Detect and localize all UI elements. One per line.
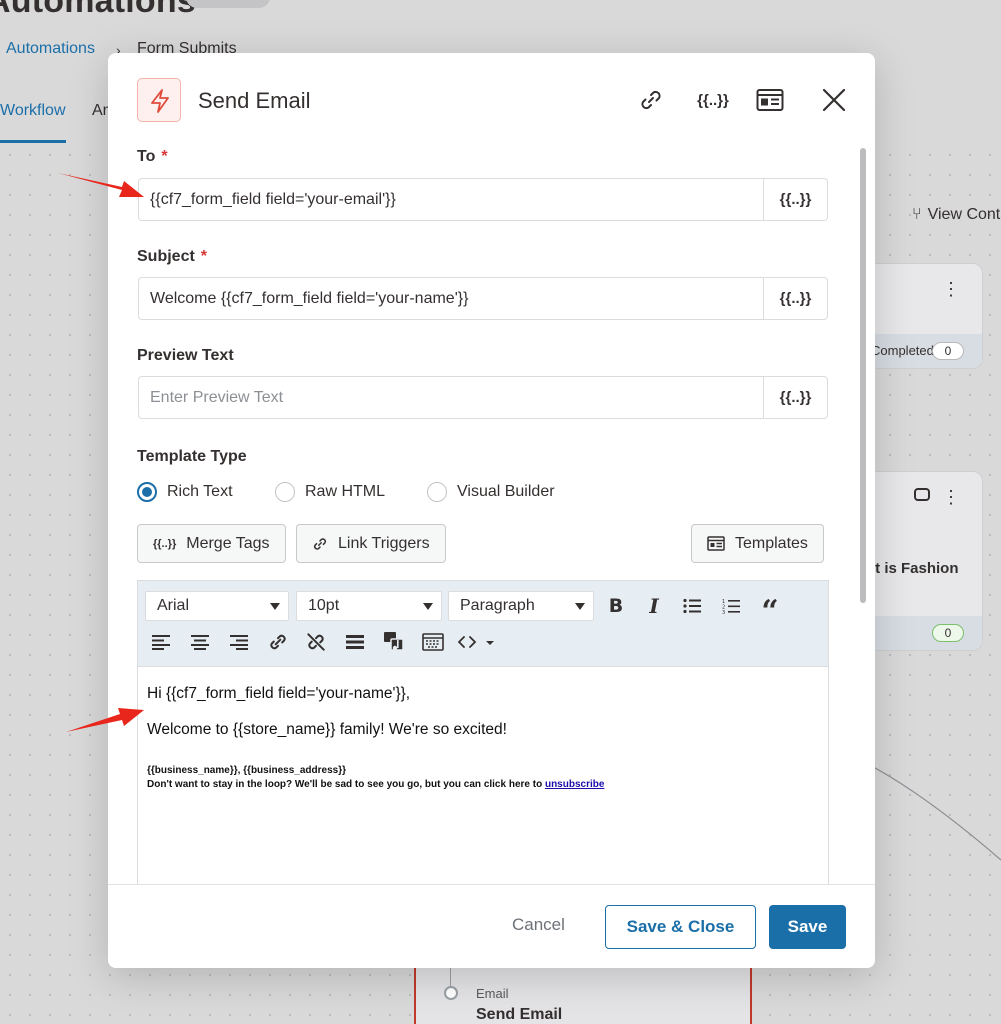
subject-merge-tag-button[interactable]: {{..}} bbox=[763, 278, 827, 319]
unlink-icon[interactable] bbox=[303, 629, 329, 655]
workflow-card[interactable]: ⋮ It is Fashion 0 bbox=[860, 471, 983, 651]
subject-input[interactable] bbox=[139, 278, 764, 319]
body-greeting: Hi {{cf7_form_field field='your-name'}}, bbox=[147, 685, 411, 702]
merge-tag-icon: {{..}} bbox=[153, 537, 177, 550]
node-dot bbox=[444, 986, 458, 1000]
radio-button[interactable] bbox=[137, 482, 157, 502]
to-input[interactable] bbox=[139, 179, 764, 220]
modal-header: Send Email {{..}} bbox=[108, 53, 875, 145]
bullet-list-icon[interactable] bbox=[679, 593, 705, 619]
modal-title: Send Email bbox=[198, 88, 311, 113]
font-family-select[interactable]: Arial bbox=[145, 591, 289, 621]
send-email-modal: Send Email {{..}} To * {{cf7_form_field … bbox=[108, 53, 875, 968]
node-kind: Email bbox=[476, 986, 509, 1001]
body-unsubscribe-line: Don't want to stay in the loop? We'll be… bbox=[147, 779, 605, 790]
close-icon[interactable] bbox=[819, 85, 849, 115]
card-footer-label: Completed bbox=[871, 343, 934, 358]
subject-label: Subject * bbox=[137, 248, 208, 265]
chevron-down-icon bbox=[270, 603, 280, 610]
preview-text-field: {{..}} bbox=[138, 376, 828, 419]
kebab-menu-icon[interactable]: ⋮ bbox=[942, 488, 960, 506]
annotation-arrow bbox=[66, 708, 144, 732]
page-title: Automations bbox=[0, 0, 196, 20]
body-business-info: {{business_name}}, {{business_address}} bbox=[147, 765, 346, 776]
view-contacts-link[interactable]: ⑂View Contacts bbox=[912, 206, 1001, 224]
media-icon[interactable] bbox=[381, 629, 407, 655]
breadcrumb-root[interactable]: Automations bbox=[6, 40, 95, 58]
block-format-select[interactable]: Paragraph bbox=[448, 591, 594, 621]
subject-field: {{..}} bbox=[138, 277, 828, 320]
editor-toolbar: Arial 10pt Paragraph B I 1 2 3 “ bbox=[138, 581, 828, 667]
align-center-icon[interactable] bbox=[187, 629, 213, 655]
save-and-close-button[interactable]: Save & Close bbox=[605, 905, 756, 949]
preview-text-label: Preview Text bbox=[137, 347, 234, 364]
body-welcome: Welcome to {{store_name}} family! We're … bbox=[147, 721, 507, 738]
unsubscribe-link[interactable]: unsubscribe bbox=[545, 779, 604, 790]
count-badge: 0 bbox=[932, 624, 964, 642]
blockquote-icon[interactable]: “ bbox=[757, 593, 783, 627]
numbered-list-icon[interactable]: 1 2 3 bbox=[718, 593, 744, 619]
align-right-icon[interactable] bbox=[226, 629, 252, 655]
workflow-node[interactable]: Email Send Email bbox=[414, 966, 752, 1024]
radio-raw-html[interactable]: Raw HTML bbox=[275, 481, 385, 503]
modal-footer: Cancel Save & Close Save bbox=[108, 884, 875, 968]
comment-icon[interactable] bbox=[914, 488, 930, 501]
font-size-select[interactable]: 10pt bbox=[296, 591, 442, 621]
save-button[interactable]: Save bbox=[769, 905, 846, 949]
node-connector bbox=[450, 966, 451, 986]
count-badge: 0 bbox=[932, 342, 964, 360]
node-title: Send Email bbox=[476, 1006, 563, 1023]
radio-button[interactable] bbox=[275, 482, 295, 502]
insert-link-icon[interactable] bbox=[265, 629, 291, 655]
chevron-down-icon bbox=[423, 603, 433, 610]
radio-rich-text[interactable]: Rich Text bbox=[137, 481, 233, 503]
link-triggers-button[interactable]: Link Triggers bbox=[296, 524, 446, 563]
preview-icon[interactable] bbox=[754, 85, 786, 115]
card-title: It is Fashion bbox=[871, 560, 959, 577]
to-label: To * bbox=[137, 148, 168, 165]
preview-text-input[interactable] bbox=[139, 377, 764, 418]
keyboard-icon[interactable] bbox=[420, 629, 446, 655]
tab-workflow[interactable]: Workflow bbox=[0, 102, 66, 143]
card-footer: 0 bbox=[861, 616, 982, 650]
connector-line bbox=[860, 760, 1001, 861]
template-type-label: Template Type bbox=[137, 448, 247, 465]
kebab-menu-icon[interactable]: ⋮ bbox=[942, 280, 960, 298]
required-marker: * bbox=[161, 148, 168, 165]
preview-merge-tag-button[interactable]: {{..}} bbox=[763, 377, 827, 418]
link-icon bbox=[312, 536, 328, 552]
link-icon[interactable] bbox=[636, 85, 666, 115]
radio-visual-builder[interactable]: Visual Builder bbox=[427, 481, 555, 503]
branch-icon: ⑂ bbox=[912, 206, 922, 223]
bolt-icon bbox=[137, 78, 181, 122]
to-field: {{..}} bbox=[138, 178, 828, 221]
workflow-card[interactable]: ⋮ Completed 0 bbox=[860, 263, 983, 369]
merge-tag-icon[interactable]: {{..}} bbox=[694, 85, 732, 115]
merge-tags-button[interactable]: {{..}} Merge Tags bbox=[137, 524, 286, 563]
required-marker: * bbox=[200, 248, 208, 265]
align-left-icon[interactable] bbox=[148, 629, 174, 655]
svg-text:3: 3 bbox=[722, 610, 725, 615]
templates-button[interactable]: Templates bbox=[691, 524, 824, 563]
annotation-arrow bbox=[58, 173, 144, 197]
to-merge-tag-button[interactable]: {{..}} bbox=[763, 179, 827, 220]
code-icon[interactable] bbox=[456, 629, 500, 655]
template-icon bbox=[707, 536, 725, 551]
chevron-down-icon bbox=[575, 603, 585, 610]
bold-icon[interactable]: B bbox=[603, 593, 629, 619]
card-footer: Completed 0 bbox=[861, 334, 982, 368]
radio-button[interactable] bbox=[427, 482, 447, 502]
italic-icon[interactable]: I bbox=[641, 593, 667, 619]
horizontal-rule-icon[interactable] bbox=[342, 629, 368, 655]
scrollbar[interactable] bbox=[860, 148, 866, 603]
status-badge bbox=[186, 0, 270, 8]
cancel-button[interactable]: Cancel bbox=[512, 915, 565, 935]
